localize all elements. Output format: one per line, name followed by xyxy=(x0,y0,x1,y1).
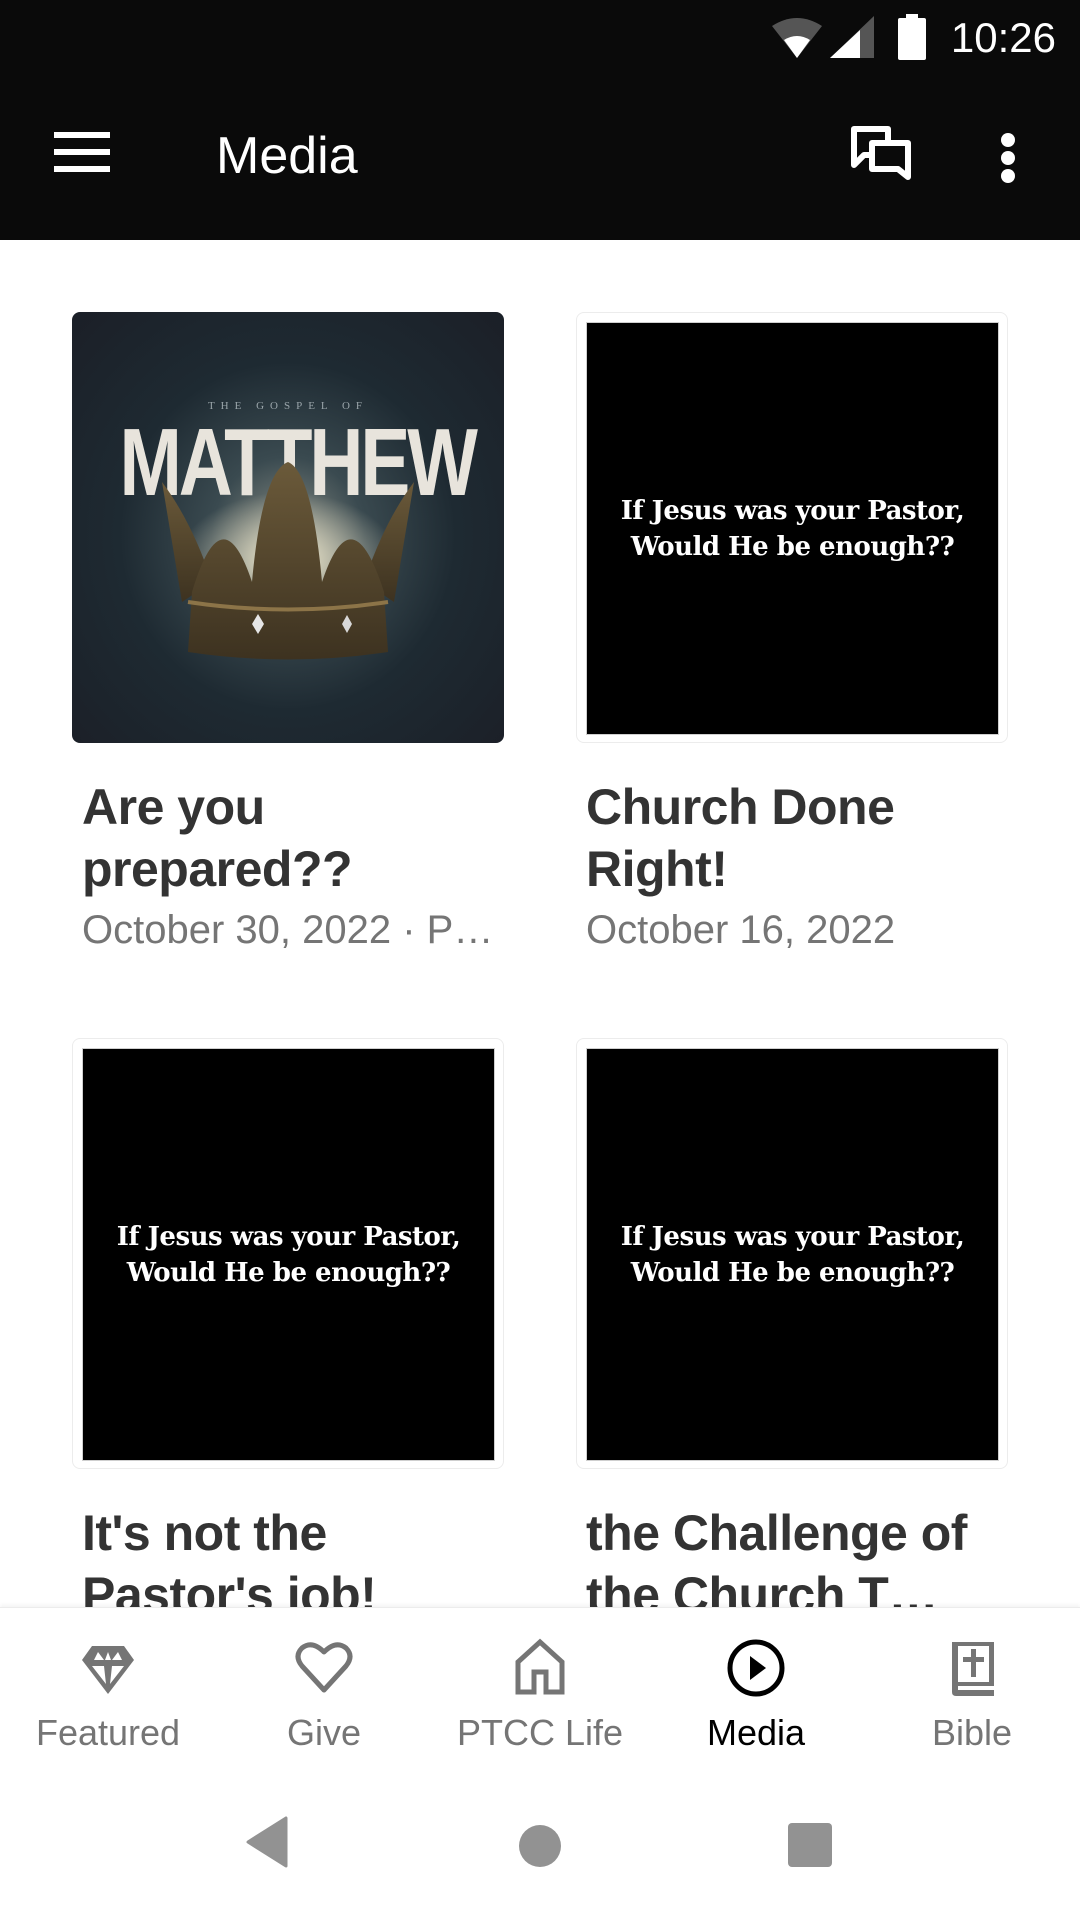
thumbnail-quote-line: Would He be enough?? xyxy=(126,1257,451,1288)
clock: 10:26 xyxy=(950,14,1056,61)
tab-ptcc-life[interactable]: PTCC Life xyxy=(432,1608,648,1773)
tab-label: Give xyxy=(286,1712,362,1753)
media-thumbnail: If Jesus was your Pastor, Would He be en… xyxy=(72,1038,504,1469)
thumbnail-quote-line: Would He be enough?? xyxy=(630,531,955,562)
home-icon xyxy=(515,1638,565,1695)
tab-label: Bible xyxy=(931,1712,1013,1753)
tab-label: PTCC Life xyxy=(456,1712,624,1753)
back-icon[interactable] xyxy=(246,1816,290,1868)
media-title: Church Done Right! xyxy=(586,779,895,897)
menu-button[interactable] xyxy=(54,132,112,174)
cell-signal-icon xyxy=(830,16,874,58)
chat-bubbles-icon xyxy=(851,126,911,180)
recents-icon[interactable] xyxy=(787,1822,833,1868)
chat-button[interactable] xyxy=(850,125,920,185)
media-title: Are you prepared?? xyxy=(82,779,353,897)
bible-icon xyxy=(952,1642,994,1696)
bottom-navigation: Featured Give PTCC Life Media Bible xyxy=(0,1607,1080,1773)
crown-icon xyxy=(162,462,414,660)
status-bar: 10:26 xyxy=(0,0,1080,80)
play-circle-icon xyxy=(727,1639,785,1697)
media-title: It's not the Pastor's job! xyxy=(82,1505,377,1607)
thumbnail-quote-line: Would He be enough?? xyxy=(630,1257,955,1288)
media-date: October 16, 2022 xyxy=(586,908,896,952)
tab-give[interactable]: Give xyxy=(216,1608,432,1773)
home-circle-icon[interactable] xyxy=(518,1824,562,1868)
tab-label: Featured xyxy=(35,1712,181,1753)
media-thumbnail: If Jesus was your Pastor, Would He be en… xyxy=(576,1038,1008,1469)
thumbnail-quote-line: If Jesus was your Pastor, xyxy=(116,1221,461,1252)
diamond-icon xyxy=(82,1646,134,1694)
page-title: Media xyxy=(216,127,358,185)
tab-featured[interactable]: Featured xyxy=(0,1608,216,1773)
app-bar: Media xyxy=(0,80,1080,240)
tab-label: Media xyxy=(706,1712,806,1753)
tab-bible[interactable]: Bible xyxy=(864,1608,1080,1773)
thumbnail-quote-line: If Jesus was your Pastor, xyxy=(620,1221,965,1252)
media-thumbnail: If Jesus was your Pastor, Would He be en… xyxy=(576,312,1008,743)
battery-icon xyxy=(898,14,926,60)
more-options-button[interactable] xyxy=(995,125,1031,185)
system-navigation-bar xyxy=(0,1772,1080,1920)
wifi-icon xyxy=(772,18,822,58)
media-date: October 30, 2022 · P… xyxy=(82,908,494,952)
media-grid: THE GOSPEL OF MATTHEW Are you prepared??… xyxy=(0,240,1080,1607)
heart-icon xyxy=(295,1642,353,1693)
thumbnail-quote-line: If Jesus was your Pastor, xyxy=(620,495,965,526)
media-thumbnail: THE GOSPEL OF MATTHEW xyxy=(72,312,504,743)
media-title: the Challenge of the Church T… xyxy=(586,1505,967,1607)
tab-media[interactable]: Media xyxy=(648,1608,864,1773)
